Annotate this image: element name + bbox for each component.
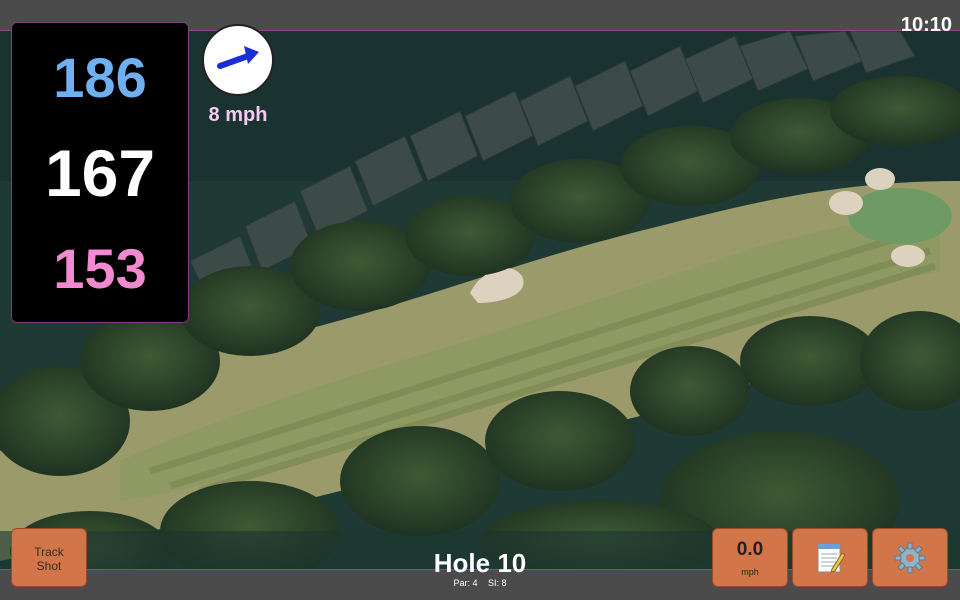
track-shot-label-2: Shot — [36, 559, 62, 573]
back-distance: 186 — [53, 46, 147, 109]
gear-icon — [894, 542, 926, 574]
notes-button[interactable] — [792, 528, 868, 587]
front-distance: 153 — [53, 237, 147, 300]
hole-par: Par: 4 — [453, 578, 478, 588]
hole-details: Par: 4 SI: 8 — [380, 578, 580, 588]
notepad-icon — [817, 543, 846, 573]
settings-button[interactable] — [872, 528, 948, 587]
wind-speed: 8 mph — [208, 104, 268, 126]
hole-title: Hole 10 — [433, 548, 527, 578]
track-shot-button[interactable]: Track Shot — [11, 528, 87, 587]
wind-dial — [202, 24, 274, 96]
wind-arrow-icon — [217, 46, 259, 69]
hole-si: SI: 8 — [488, 578, 507, 588]
speed-value: 0.0 — [736, 539, 764, 560]
clock: 10:10 — [900, 14, 952, 36]
speed-button[interactable]: 0.0 mph — [712, 528, 788, 587]
distance-panel: 186 167 153 — [11, 22, 189, 323]
middle-distance: 167 — [44, 136, 156, 210]
speed-unit: mph — [741, 567, 759, 577]
track-shot-label-1: Track — [34, 545, 64, 559]
